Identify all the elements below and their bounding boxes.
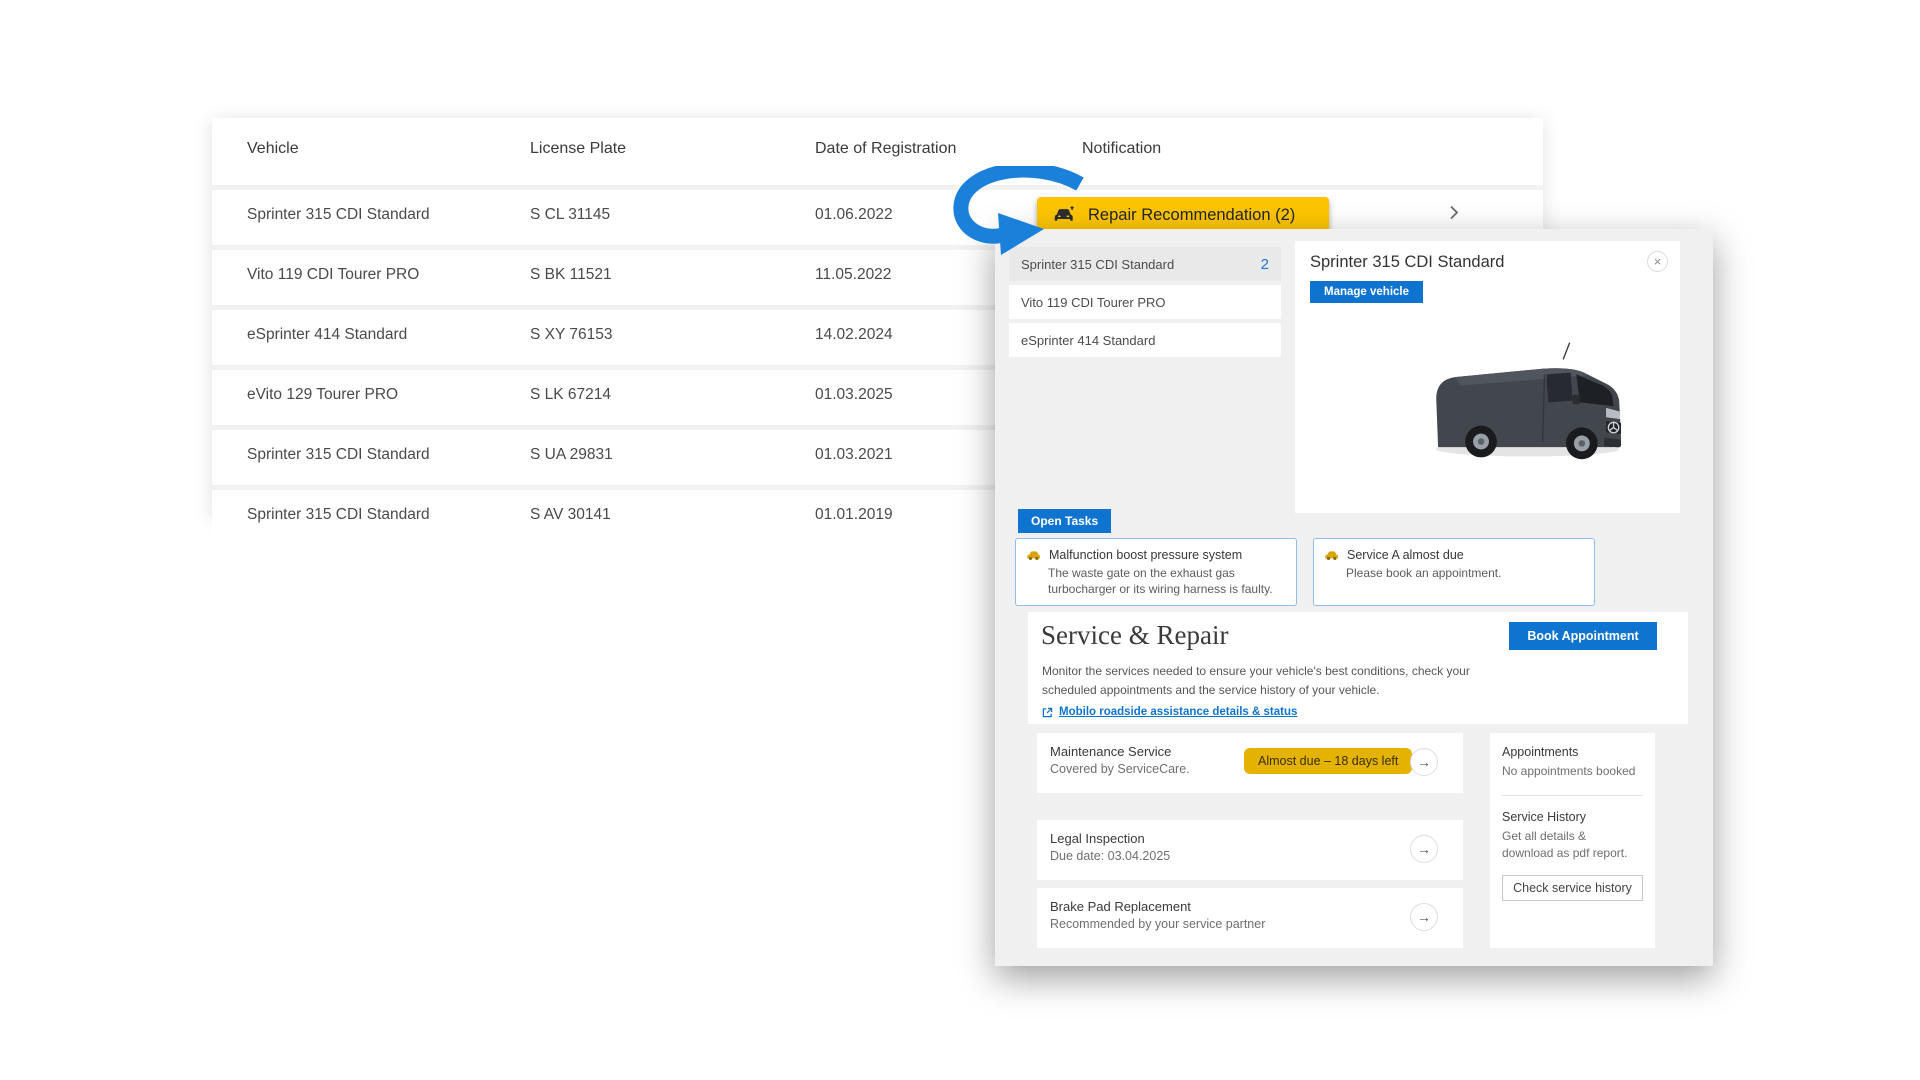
registration-date-cell: 01.03.2021 [815,446,893,464]
fleet-dashboard: Vehicle License Plate Date of Registrati… [0,0,1920,1080]
task-description: Please book an appointment. [1346,565,1584,581]
car-repair-icon [1053,206,1076,225]
open-tasks-button[interactable]: Open Tasks [1018,509,1111,533]
service-history-title: Service History [1502,810,1643,824]
vehicle-title: Sprinter 315 CDI Standard [1310,253,1504,272]
task-title: Malfunction boost pressure system [1049,548,1242,562]
service-card-title: Maintenance Service [1050,744,1171,759]
vehicle-detail-panel: Sprinter 315 CDI Standard 2 Vito 119 CDI… [995,229,1713,966]
mobilo-link-label: Mobilo roadside assistance details & sta… [1059,706,1297,718]
task-title: Service A almost due [1347,548,1464,562]
service-card-maintenance[interactable]: Maintenance Service Covered by ServiceCa… [1037,733,1463,793]
task-card[interactable]: Service A almost due Please book an appo… [1313,538,1595,606]
service-card-subtitle: Covered by ServiceCare. [1050,762,1190,776]
arrow-right-icon[interactable]: → [1410,835,1438,863]
repair-recommendation-button[interactable]: Repair Recommendation (2) [1037,197,1329,233]
open-task-count-badge: 2 [1261,256,1269,273]
registration-date-cell: 01.03.2025 [815,386,893,404]
arrow-right-icon[interactable]: → [1410,748,1438,776]
service-card-legal-inspection[interactable]: Legal Inspection Due date: 03.04.2025 → [1037,820,1463,880]
vehicle-list-item[interactable]: Vito 119 CDI Tourer PRO [1009,285,1281,319]
vehicle-list-label: Vito 119 CDI Tourer PRO [1021,295,1166,310]
section-title: Service & Repair [1041,620,1228,651]
task-description: The waste gate on the exhaust gas turboc… [1048,565,1286,597]
license-plate-cell: S AV 30141 [530,506,611,524]
service-history-text: Get all details & download as pdf report… [1502,828,1630,862]
registration-date-cell: 11.05.2022 [815,266,891,284]
chevron-right-icon[interactable] [1449,205,1459,226]
appointments-text: No appointments booked [1502,763,1643,780]
column-header-vehicle: Vehicle [247,140,299,158]
vehicle-cell: Vito 119 CDI Tourer PRO [247,266,419,284]
mobilo-assistance-link[interactable]: Mobilo roadside assistance details & sta… [1042,706,1297,718]
vehicle-cell: Sprinter 315 CDI Standard [247,206,430,224]
service-card-title: Legal Inspection [1050,831,1145,846]
vehicle-cell: Sprinter 315 CDI Standard [247,506,430,524]
column-header-license-plate: License Plate [530,140,626,158]
license-plate-cell: S UA 29831 [530,446,613,464]
registration-date-cell: 01.06.2022 [815,206,893,224]
table-header-row: Vehicle License Plate Date of Registrati… [212,118,1543,180]
registration-date-cell: 01.01.2019 [815,506,893,524]
vehicle-warning-icon [1026,550,1041,561]
check-service-history-button[interactable]: Check service history [1502,875,1643,901]
service-card-subtitle: Recommended by your service partner [1050,917,1265,931]
service-card-brake-pad[interactable]: Brake Pad Replacement Recommended by you… [1037,888,1463,948]
section-description: Monitor the services needed to ensure yo… [1042,662,1512,700]
appointments-history-card: Appointments No appointments booked Serv… [1490,733,1655,948]
divider [1502,795,1643,796]
book-appointment-button[interactable]: Book Appointment [1509,622,1657,650]
vehicle-cell: Sprinter 315 CDI Standard [247,446,430,464]
task-card[interactable]: Malfunction boost pressure system The wa… [1015,538,1297,606]
due-status-badge: Almost due – 18 days left [1244,748,1412,774]
notification-label: Repair Recommendation (2) [1088,206,1295,225]
arrow-right-icon[interactable]: → [1410,903,1438,931]
vehicle-cell: eVito 129 Tourer PRO [247,386,398,404]
column-header-registration-date: Date of Registration [815,140,956,158]
manage-vehicle-button[interactable]: Manage vehicle [1310,281,1423,303]
column-header-notification: Notification [1082,140,1161,158]
vehicle-list-item[interactable]: eSprinter 414 Standard [1009,323,1281,357]
license-plate-cell: S CL 31145 [530,206,610,224]
vehicle-list-label: eSprinter 414 Standard [1021,333,1155,348]
license-plate-cell: S XY 76153 [530,326,612,344]
vehicle-warning-icon [1324,550,1339,561]
registration-date-cell: 14.02.2024 [815,326,893,344]
external-link-icon [1042,707,1053,718]
license-plate-cell: S BK 11521 [530,266,612,284]
close-icon[interactable]: × [1647,251,1668,272]
appointments-title: Appointments [1502,745,1643,759]
vehicle-cell: eSprinter 414 Standard [247,326,407,344]
service-card-subtitle: Due date: 03.04.2025 [1050,849,1170,863]
license-plate-cell: S LK 67214 [530,386,611,404]
service-repair-section: Service & Repair Monitor the services ne… [1028,612,1688,724]
vehicle-image [1423,337,1638,463]
vehicle-detail-card: Sprinter 315 CDI Standard × Manage vehic… [1295,241,1680,513]
vehicle-list-label: Sprinter 315 CDI Standard [1021,257,1174,272]
service-card-title: Brake Pad Replacement [1050,899,1191,914]
vehicle-list-item[interactable]: Sprinter 315 CDI Standard 2 [1009,247,1281,281]
